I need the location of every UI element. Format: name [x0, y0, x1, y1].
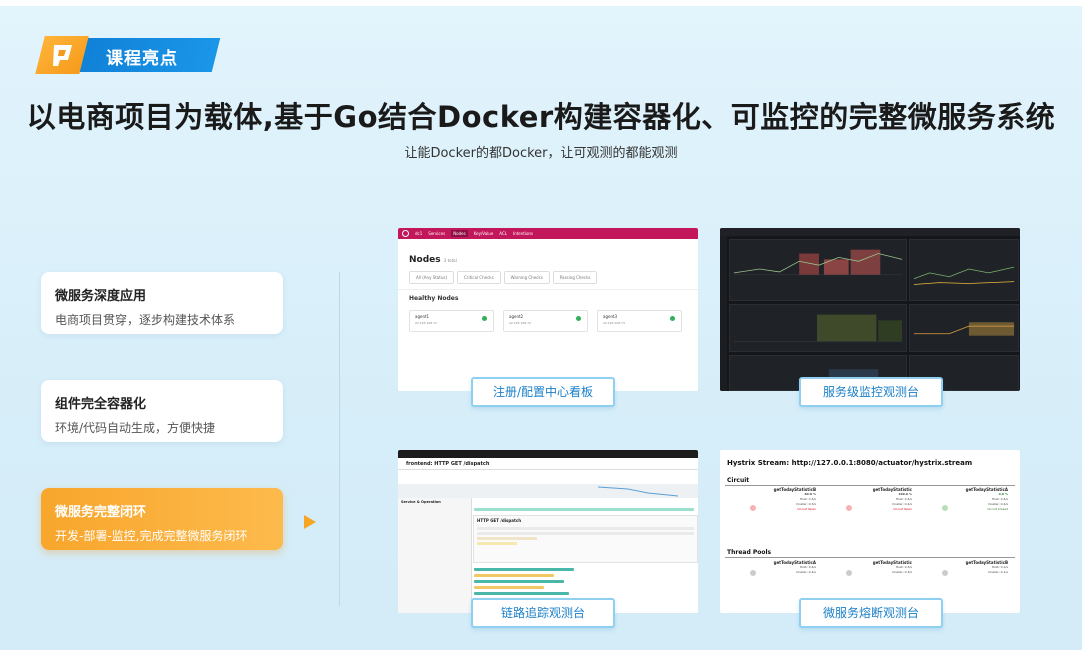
play-logo-icon — [53, 45, 72, 66]
span-bar — [474, 586, 544, 589]
span-bar — [474, 592, 569, 595]
feature-card-closed-loop[interactable]: 微服务完整闭环 开发-部署-监控,完成完整微服务闭环 — [41, 488, 283, 550]
status-dot-icon — [482, 316, 487, 321]
node-name: agent3 — [603, 314, 618, 319]
node-ip: 22.195.108.72 — [509, 321, 531, 325]
filter-chip: Critical Checks — [457, 271, 501, 284]
grafana-sidebar — [720, 236, 727, 391]
page-subtitle: 让能Docker的都Docker，让可观测的都能观测 — [404, 146, 678, 161]
node-card: agent3 22.195.108.73 — [597, 310, 682, 332]
course-highlights-badge: 课程亮点 — [35, 36, 221, 74]
span-bar — [474, 574, 554, 577]
filter-chip: Warning Checks — [503, 271, 550, 284]
node-ip: 22.195.108.71 — [415, 321, 437, 325]
separator — [398, 289, 698, 290]
feature-desc: 开发-部署-监控,完成完整微服务闭环 — [55, 529, 248, 543]
badge-label: 课程亮点 — [106, 49, 178, 69]
jaeger-topbar — [398, 450, 698, 458]
span-bar — [474, 568, 574, 571]
circuit-state: Circuit Closed — [987, 507, 1008, 511]
span-bar — [474, 508, 694, 511]
filter-chip: Passing Checks — [552, 271, 598, 284]
caption-breaker: 微服务熔断观测台 — [799, 598, 943, 628]
pool-card: getTodayStatisticB Host: 0.1/s Cluster: … — [920, 560, 1008, 575]
caption-monitor: 服务级监控观测台 — [799, 377, 943, 407]
graph-panel — [729, 239, 907, 301]
consul-screenshot: dc1 Services Nodes Key/Value ACL Intenti… — [398, 228, 698, 391]
span-name: HTTP GET /dispatch — [477, 518, 522, 523]
graph-panel — [909, 239, 1019, 301]
caption-tracing: 链路追踪观测台 — [471, 598, 615, 628]
nav-item: ACL — [499, 231, 507, 236]
node-filters: All (Any Status) Critical Checks Warning… — [409, 271, 598, 284]
circuit-state: Circuit Open — [893, 507, 912, 511]
cluster-rate: Cluster: 0.4/s — [796, 570, 816, 574]
nav-item: Intentions — [512, 231, 534, 236]
grafana-screenshot — [720, 228, 1020, 391]
column-header: Service & Operation — [401, 500, 441, 504]
consul-logo-icon — [402, 230, 409, 237]
circuit-bubble-icon — [942, 505, 948, 511]
status-dot-icon — [576, 316, 581, 321]
circuit-card: getTodayStatistic 100.0 % Host: 0.4/s Cl… — [824, 487, 912, 512]
top-strip — [0, 0, 1082, 6]
node-ip: 22.195.108.73 — [603, 321, 625, 325]
circuit-card: getTodayStatisticB 80.0 % Host: 0.3/s Cl… — [728, 487, 816, 512]
nav-item: Services — [428, 231, 446, 236]
pool-bubble-icon — [846, 570, 852, 576]
circuit-bubble-icon — [750, 505, 756, 511]
jaeger-screenshot: frontend: HTTP GET /dispatch Service & O… — [398, 450, 698, 613]
status-dot-icon — [670, 316, 675, 321]
feature-card-containerized[interactable]: 组件完全容器化 环境/代码自动生成，方便快捷 — [41, 380, 283, 442]
feature-title: 微服务完整闭环 — [55, 505, 147, 520]
span-detail: HTTP GET /dispatch — [473, 515, 698, 563]
span-bar — [474, 580, 564, 583]
feature-card-microservice[interactable]: 微服务深度应用 电商项目贯穿，逐步构建技术体系 — [41, 272, 283, 334]
caption-registry: 注册/配置中心看板 — [471, 377, 615, 407]
circuit-state: Circuit Open — [797, 507, 816, 511]
circuit-title: Circuit — [727, 477, 750, 484]
node-card: agent1 22.195.108.71 — [409, 310, 494, 332]
divider-line — [339, 272, 340, 606]
healthy-nodes-title: Healthy Nodes — [409, 295, 459, 302]
node-name: agent2 — [509, 314, 524, 319]
nav-item: dc1 — [415, 231, 423, 236]
feature-desc: 环境/代码自动生成，方便快捷 — [55, 421, 216, 435]
separator — [725, 485, 1015, 486]
node-name: agent1 — [415, 314, 430, 319]
cluster-rate: Cluster: 0.3/s — [892, 570, 912, 574]
thread-pools-title: Thread Pools — [727, 549, 772, 556]
circuit-bubble-icon — [846, 505, 852, 511]
circuit-card: getTodayStatisticA 0.0 % Host: 0.4/s Clu… — [920, 487, 1008, 512]
hystrix-screenshot: Hystrix Stream: http://127.0.0.1:8080/ac… — [720, 450, 1020, 613]
cluster-rate: Cluster: 0.1/s — [988, 570, 1008, 574]
separator — [725, 557, 1015, 558]
node-card: agent2 22.195.108.72 — [503, 310, 588, 332]
nav-item: Nodes — [451, 230, 468, 237]
pool-card: getTodayStatisticA Host: 0.4/s Cluster: … — [728, 560, 816, 575]
pool-bubble-icon — [942, 570, 948, 576]
feature-title: 微服务深度应用 — [55, 289, 147, 304]
pool-bubble-icon — [750, 570, 756, 576]
graph-panel — [729, 304, 907, 352]
active-arrow-icon — [304, 515, 316, 529]
hystrix-title: Hystrix Stream: http://127.0.0.1:8080/ac… — [727, 459, 973, 467]
consul-nav: dc1 Services Nodes Key/Value ACL Intenti… — [398, 228, 698, 239]
filter-chip: All (Any Status) — [409, 271, 455, 284]
feature-title: 组件完全容器化 — [55, 397, 147, 412]
page-title: 以电商项目为载体,基于Go结合Docker构建容器化、可监控的完整微服务系统 — [26, 100, 1056, 134]
trace-timeline — [398, 484, 698, 498]
pool-card: getTodayStatistic Host: 0.3/s Cluster: 0… — [824, 560, 912, 575]
feature-desc: 电商项目贯穿，逐步构建技术体系 — [55, 313, 236, 327]
trace-title: frontend: HTTP GET /dispatch — [398, 458, 698, 470]
service-column: Service & Operation — [398, 498, 472, 613]
nodes-title: Nodes 3 total — [409, 255, 457, 265]
nav-item: Key/Value — [473, 231, 494, 236]
grafana-topbar — [720, 228, 1020, 236]
graph-panel — [909, 304, 1019, 352]
